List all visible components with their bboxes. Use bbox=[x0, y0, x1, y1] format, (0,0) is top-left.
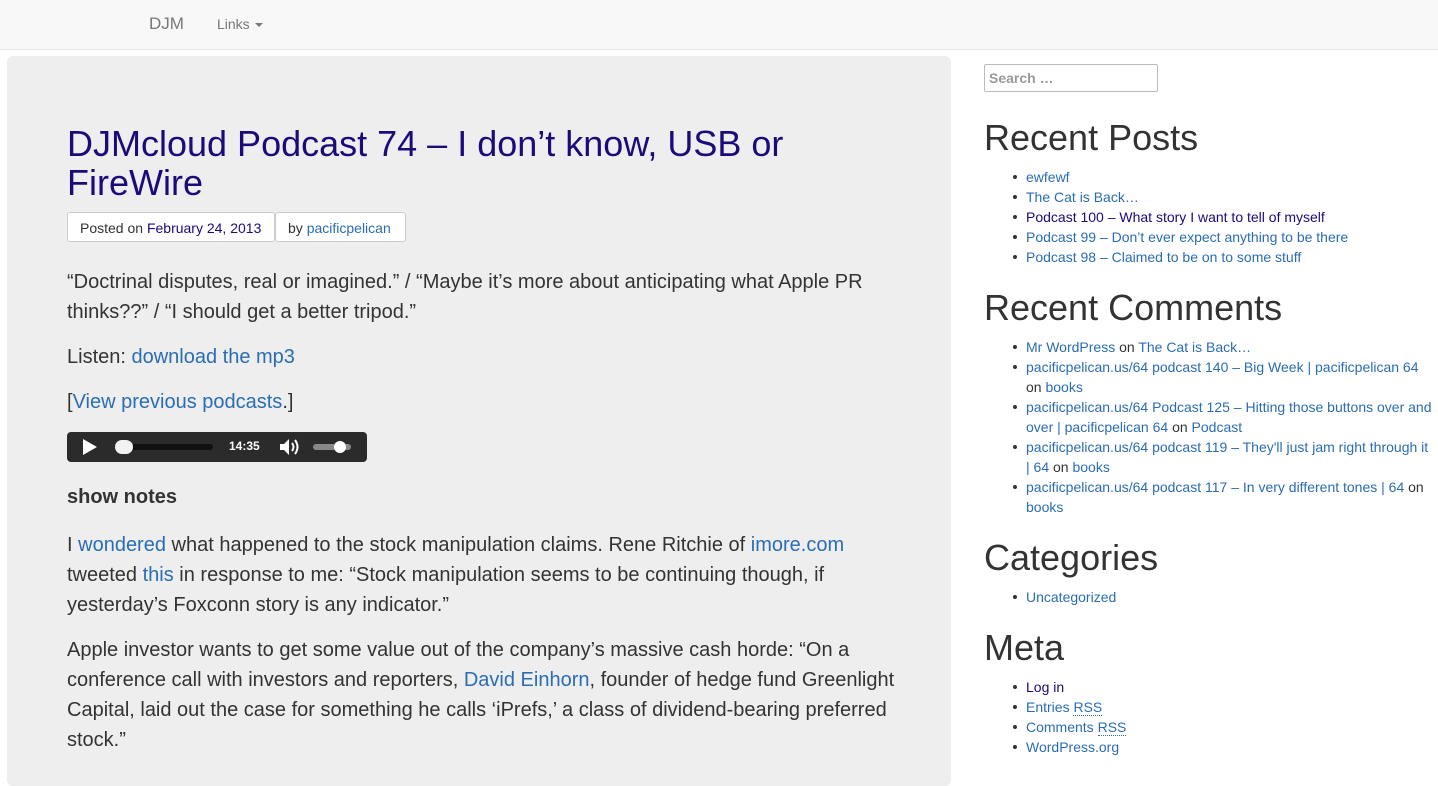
list-item: pacificpelican.us/64 podcast 117 – In ve… bbox=[1013, 477, 1434, 517]
posted-prefix: Posted on bbox=[80, 220, 144, 236]
on-text: on bbox=[1026, 379, 1042, 395]
categories-list: Uncategorized bbox=[1013, 587, 1434, 607]
list-item: Podcast 100 – What story I want to tell … bbox=[1013, 207, 1434, 227]
meta-list: Log in Entries RSS Comments RSS WordPres… bbox=[1013, 677, 1434, 757]
text: tweeted bbox=[67, 564, 143, 586]
brand-link[interactable]: DJM bbox=[149, 14, 184, 34]
comments-label: Comments bbox=[1026, 719, 1094, 735]
listen-line: Listen: download the mp3 bbox=[67, 342, 897, 372]
recent-comments-list: Mr WordPress on The Cat is Back… pacific… bbox=[1013, 337, 1434, 517]
recent-post-link[interactable]: Podcast 99 – Don’t ever expect anything … bbox=[1026, 229, 1348, 245]
recent-comments-title: Recent Comments bbox=[984, 287, 1283, 328]
comment-post-link[interactable]: The Cat is Back… bbox=[1138, 339, 1251, 355]
view-previous-podcasts-link[interactable]: View previous podcasts bbox=[73, 391, 283, 413]
notes-paragraph-2: Apple investor wants to get some value o… bbox=[67, 635, 897, 755]
links-dropdown[interactable]: Links bbox=[217, 16, 263, 32]
search-input[interactable] bbox=[984, 64, 1158, 92]
author-box: by pacificpelican bbox=[275, 212, 406, 242]
list-item: Podcast 99 – Don’t ever expect anything … bbox=[1013, 227, 1434, 247]
show-notes-heading: show notes bbox=[67, 486, 178, 508]
meta-title: Meta bbox=[984, 627, 1065, 668]
post-date-link[interactable]: February 24, 2013 bbox=[147, 220, 261, 236]
wondered-link[interactable]: wondered bbox=[78, 534, 166, 556]
view-previous-line: [View previous podcasts.] bbox=[67, 387, 897, 417]
comment-author-link[interactable]: Mr WordPress bbox=[1026, 339, 1115, 355]
list-item: Log in bbox=[1013, 677, 1434, 697]
category-link[interactable]: Uncategorized bbox=[1026, 589, 1116, 605]
list-item: WordPress.org bbox=[1013, 737, 1434, 757]
list-item: ewfewf bbox=[1013, 167, 1434, 187]
wordpress-org-link[interactable]: WordPress.org bbox=[1026, 739, 1119, 755]
comment-post-link[interactable]: books bbox=[1045, 379, 1082, 395]
list-item: Uncategorized bbox=[1013, 587, 1434, 607]
recent-post-link[interactable]: The Cat is Back… bbox=[1026, 189, 1139, 205]
audio-player: 14:35 bbox=[67, 432, 367, 462]
volume-icon[interactable] bbox=[278, 437, 302, 457]
rss-abbr: RSS bbox=[1097, 719, 1127, 736]
text: in response to me: “Stock manipulation s… bbox=[67, 564, 825, 616]
list-item: pacificpelican.us/64 Podcast 125 – Hitti… bbox=[1013, 397, 1434, 437]
progress-handle[interactable] bbox=[115, 440, 133, 454]
text: I bbox=[67, 534, 79, 556]
entries-label: Entries bbox=[1026, 699, 1070, 715]
comment-post-link[interactable]: books bbox=[1026, 499, 1063, 515]
post-title[interactable]: DJMcloud Podcast 74 – I don’t know, USB … bbox=[67, 124, 887, 202]
recent-post-link[interactable]: Podcast 100 – What story I want to tell … bbox=[1026, 209, 1325, 225]
caret-down-icon bbox=[254, 23, 263, 28]
notes-paragraph-1: I wondered what happened to the stock ma… bbox=[67, 530, 897, 620]
on-text: on bbox=[1119, 339, 1135, 355]
text: what happened to the stock manipulation … bbox=[165, 534, 751, 556]
recent-posts-list: ewfewf The Cat is Back… Podcast 100 – Wh… bbox=[1013, 167, 1434, 267]
listen-prefix: Listen: bbox=[67, 346, 132, 368]
list-item: Entries RSS bbox=[1013, 697, 1434, 717]
volume-handle[interactable] bbox=[333, 441, 346, 453]
comment-post-link[interactable]: books bbox=[1072, 459, 1109, 475]
recent-posts-title: Recent Posts bbox=[984, 117, 1199, 158]
bracket-close: .] bbox=[282, 391, 294, 413]
comments-rss-link[interactable]: Comments RSS bbox=[1026, 719, 1127, 736]
categories-title: Categories bbox=[984, 537, 1159, 578]
download-mp3-link[interactable]: download the mp3 bbox=[131, 346, 294, 368]
entries-rss-link[interactable]: Entries RSS bbox=[1026, 699, 1103, 716]
this-tweet-link[interactable]: this bbox=[143, 564, 174, 586]
by-prefix: by bbox=[288, 220, 303, 236]
post-intro: “Doctrinal disputes, real or imagined.” … bbox=[67, 271, 863, 323]
list-item: Mr WordPress on The Cat is Back… bbox=[1013, 337, 1434, 357]
on-text: on bbox=[1053, 459, 1069, 475]
list-item: pacificpelican.us/64 podcast 140 – Big W… bbox=[1013, 357, 1434, 397]
links-dropdown-label: Links bbox=[217, 16, 250, 32]
list-item: pacificpelican.us/64 podcast 119 – They'… bbox=[1013, 437, 1434, 477]
main-content: DJMcloud Podcast 74 – I don’t know, USB … bbox=[7, 56, 951, 786]
on-text: on bbox=[1172, 419, 1188, 435]
posted-on-box: Posted on February 24, 2013 bbox=[67, 212, 275, 242]
david-einhorn-link[interactable]: David Einhorn bbox=[464, 669, 590, 691]
recent-post-link[interactable]: ewfewf bbox=[1026, 169, 1070, 185]
rss-abbr: RSS bbox=[1073, 699, 1103, 716]
list-item: The Cat is Back… bbox=[1013, 187, 1434, 207]
top-navbar: DJM Links bbox=[0, 0, 1438, 50]
imore-link[interactable]: imore.com bbox=[751, 534, 844, 556]
comment-author-link[interactable]: pacificpelican.us/64 podcast 140 – Big W… bbox=[1026, 359, 1419, 375]
author-link[interactable]: pacificpelican bbox=[307, 220, 391, 236]
list-item: Podcast 98 – Claimed to be on to some st… bbox=[1013, 247, 1434, 267]
list-item: Comments RSS bbox=[1013, 717, 1434, 737]
comment-post-link[interactable]: Podcast bbox=[1192, 419, 1243, 435]
audio-time: 14:35 bbox=[229, 439, 260, 453]
on-text: on bbox=[1408, 479, 1424, 495]
log-in-link[interactable]: Log in bbox=[1026, 679, 1064, 695]
recent-post-link[interactable]: Podcast 98 – Claimed to be on to some st… bbox=[1026, 249, 1301, 265]
comment-author-link[interactable]: pacificpelican.us/64 podcast 117 – In ve… bbox=[1026, 479, 1404, 495]
play-icon[interactable] bbox=[83, 439, 97, 455]
